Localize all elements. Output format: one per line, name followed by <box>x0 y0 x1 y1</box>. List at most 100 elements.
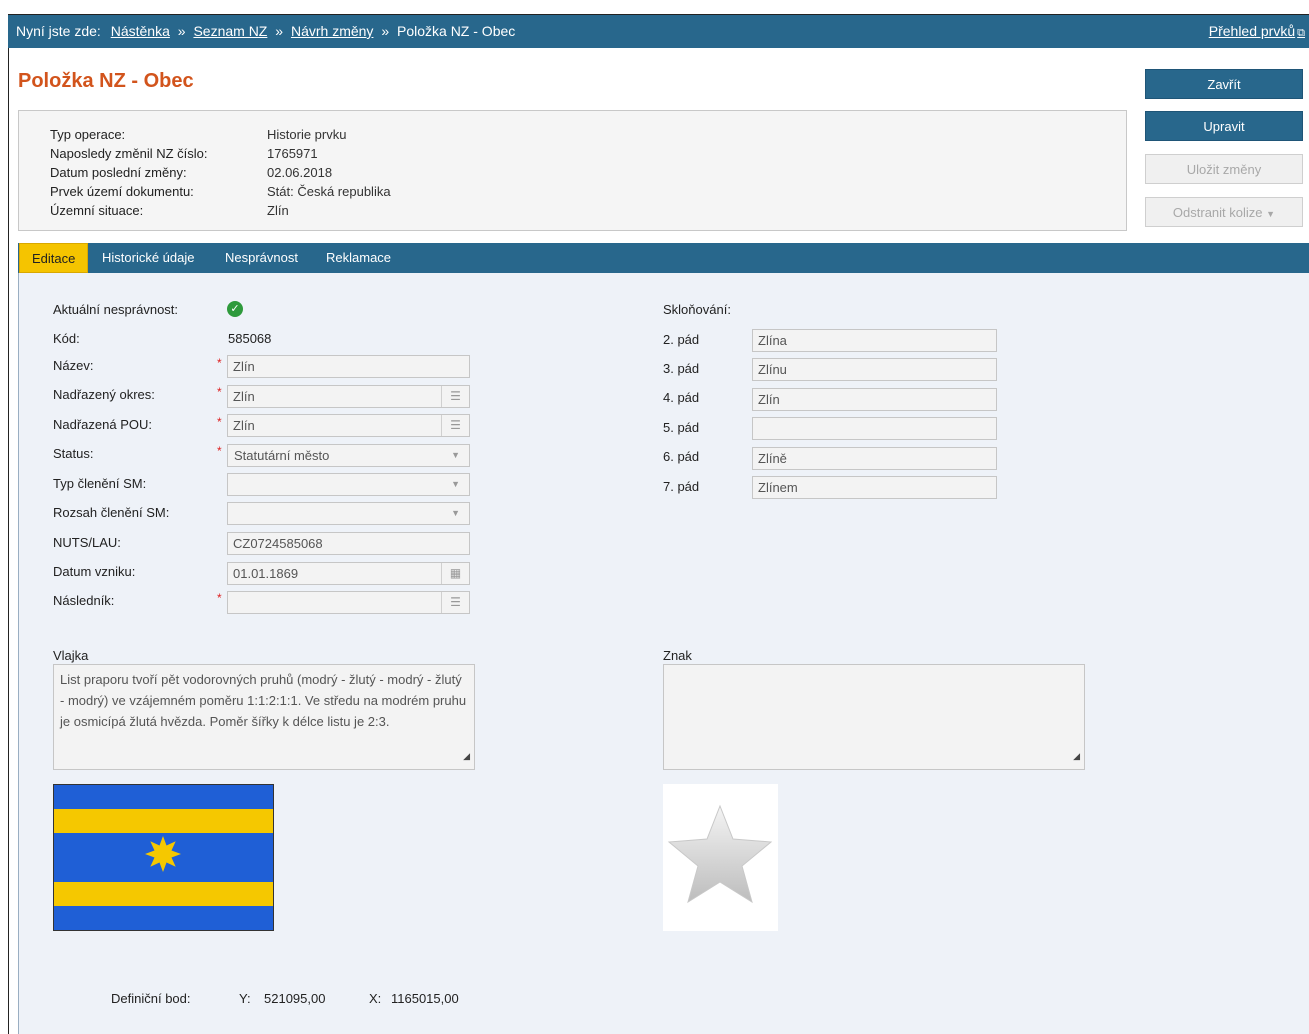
breadcrumb-separator: » <box>381 23 390 39</box>
tab-editace[interactable]: Editace <box>19 243 89 273</box>
remove-conflicts-button[interactable]: Odstranit kolize ▼ <box>1145 197 1303 227</box>
breadcrumb: Nyní jste zde: Nástěnka » Seznam NZ » Ná… <box>8 15 1309 48</box>
list-icon[interactable]: ☰ <box>441 415 469 436</box>
flag-stripe-yellow <box>54 882 273 906</box>
resize-grip-icon[interactable]: ◢ <box>463 746 470 767</box>
required-marker: * <box>217 591 222 605</box>
required-marker: * <box>217 385 222 399</box>
list-icon[interactable]: ☰ <box>441 386 469 407</box>
current-incorrectness-label: Aktuální nesprávnost: <box>53 302 179 317</box>
breadcrumb-separator: » <box>177 23 186 39</box>
chevron-down-icon: ▼ <box>451 479 460 489</box>
case-2-label: 2. pád <box>663 332 700 347</box>
chevron-down-icon: ▼ <box>451 508 460 518</box>
info-value: Zlín <box>267 203 289 218</box>
code-value: 585068 <box>228 331 272 346</box>
info-label: Typ operace: <box>50 127 126 142</box>
info-label: Územní situace: <box>50 203 144 218</box>
sm-type-select[interactable]: ▼ <box>227 473 470 496</box>
y-coord-value: 521095,00 <box>264 991 326 1006</box>
declension-title: Skloňování: <box>663 302 731 317</box>
tab-historicke-udaje[interactable]: Historické údaje <box>90 243 207 273</box>
case-3-label: 3. pád <box>663 361 700 376</box>
pou-picker[interactable]: Zlín ☰ <box>227 414 470 437</box>
flag-stripe-yellow <box>54 809 273 833</box>
remove-conflicts-label: Odstranit kolize <box>1172 205 1263 220</box>
district-label: Nadřazený okres: <box>53 387 155 402</box>
flag-description-text: List praporu tvoří pět vodorovných pruhů… <box>60 672 467 729</box>
overview-link-label: Přehled prvků <box>1208 23 1296 39</box>
case-2-input[interactable]: Zlína <box>752 329 997 352</box>
sm-range-label: Rozsah členění SM: <box>53 505 170 520</box>
case-4-input[interactable]: Zlín <box>752 388 997 411</box>
nuts-input[interactable]: CZ0724585068 <box>227 532 470 555</box>
name-label: Název: <box>53 358 94 373</box>
sm-type-label: Typ členění SM: <box>53 476 147 491</box>
edit-button[interactable]: Upravit <box>1145 111 1303 141</box>
emblem-description-textarea[interactable]: ◢ <box>663 664 1085 770</box>
code-label: Kód: <box>53 331 80 346</box>
breadcrumb-separator: » <box>275 23 284 39</box>
breadcrumb-link-nz-list[interactable]: Seznam NZ <box>193 23 267 39</box>
calendar-icon[interactable]: ▦ <box>441 563 469 584</box>
flag-label: Vlajka <box>53 648 89 663</box>
info-value: Historie prvku <box>267 127 347 142</box>
status-label: Status: <box>53 446 94 461</box>
info-value: 1765971 <box>267 146 318 161</box>
breadcrumb-current: Položka NZ - Obec <box>397 23 516 39</box>
info-value: Stát: Česká republika <box>267 184 391 199</box>
successor-picker[interactable]: ☰ <box>227 591 470 614</box>
breadcrumb-link-change-proposal[interactable]: Návrh změny <box>291 23 373 39</box>
flag-image <box>53 784 274 931</box>
info-row: Datum poslední změny: 02.06.2018 <box>50 163 1126 182</box>
founded-value: 01.01.1869 <box>233 566 299 581</box>
star-placeholder-icon <box>667 804 773 904</box>
info-panel: Typ operace: Historie prvku Naposledy změ… <box>18 110 1127 231</box>
close-button[interactable]: Zavřít <box>1145 69 1303 99</box>
status-select[interactable]: Statutární město ▼ <box>227 444 470 467</box>
case-5-input[interactable] <box>752 417 997 440</box>
breadcrumb-prefix: Nyní jste zde: <box>16 23 101 39</box>
founded-label: Datum vzniku: <box>53 564 136 579</box>
info-row: Naposledy změnil NZ číslo: 1765971 <box>50 144 1126 163</box>
definition-point-label: Definiční bod: <box>111 991 191 1006</box>
name-input[interactable]: Zlín <box>227 355 470 378</box>
save-changes-button[interactable]: Uložit změny <box>1145 154 1303 184</box>
pou-value: Zlín <box>233 418 255 433</box>
info-row: Prvek území dokumentu: Stát: Česká republ… <box>50 182 1126 201</box>
status-value: Statutární město <box>234 448 330 463</box>
page-title: Položka NZ - Obec <box>18 70 194 92</box>
check-circle-icon: ✓ <box>227 301 243 317</box>
tab-reklamace[interactable]: Reklamace <box>314 243 403 273</box>
y-coord-label: Y: <box>239 991 251 1006</box>
district-picker[interactable]: Zlín ☰ <box>227 385 470 408</box>
required-marker: * <box>217 415 222 429</box>
nuts-label: NUTS/LAU: <box>53 535 121 550</box>
case-6-label: 6. pád <box>663 449 700 464</box>
info-label: Prvek území dokumentu: <box>50 184 194 199</box>
resize-grip-icon[interactable]: ◢ <box>1073 746 1080 767</box>
sm-range-select[interactable]: ▼ <box>227 502 470 525</box>
x-coord-value: 1165015,00 <box>391 991 459 1006</box>
emblem-image <box>663 784 778 931</box>
info-label: Datum poslední změny: <box>50 165 187 180</box>
breadcrumb-link-dashboard[interactable]: Nástěnka <box>111 23 170 39</box>
founded-date-input[interactable]: 01.01.1869 ▦ <box>227 562 470 585</box>
info-label: Naposledy změnil NZ číslo: <box>50 146 208 161</box>
case-6-input[interactable]: Zlíně <box>752 447 997 470</box>
list-icon[interactable]: ☰ <box>441 592 469 613</box>
caret-down-icon: ▼ <box>1266 209 1276 219</box>
required-marker: * <box>217 356 222 370</box>
tab-nespravnost[interactable]: Nesprávnost <box>213 243 310 273</box>
flag-description-textarea[interactable]: List praporu tvoří pět vodorovných pruhů… <box>53 664 475 770</box>
case-7-input[interactable]: Zlínem <box>752 476 997 499</box>
eight-pointed-star-icon <box>145 836 181 872</box>
district-value: Zlín <box>233 389 255 404</box>
overview-link[interactable]: Přehled prvků ⧉ <box>1209 15 1305 50</box>
external-link-icon: ⧉ <box>1297 27 1305 39</box>
chevron-down-icon: ▼ <box>451 450 460 460</box>
case-3-input[interactable]: Zlínu <box>752 358 997 381</box>
emblem-label: Znak <box>663 648 692 663</box>
case-4-label: 4. pád <box>663 390 700 405</box>
tab-bar: Editace Historické údaje Nesprávnost Rek… <box>18 243 1309 273</box>
